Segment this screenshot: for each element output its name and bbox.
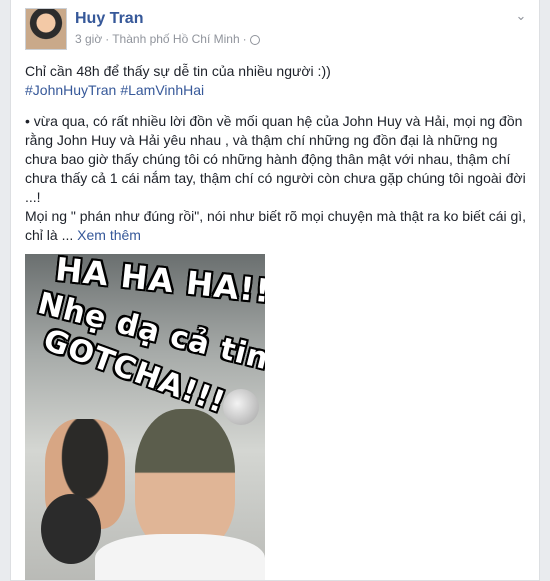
post-body: Chỉ cần 48h để thấy sự dễ tin của nhiều … <box>25 62 531 245</box>
see-more-link[interactable]: Xem thêm <box>77 227 141 243</box>
globe-icon[interactable] <box>249 35 260 45</box>
post-paragraph-2: Mọi ng " phán như đúng rồi", nói như biế… <box>25 207 531 245</box>
shirt-shape <box>95 534 265 580</box>
hashtags: #JohnHuyTran #LamVinhHai <box>25 81 531 100</box>
post-time[interactable]: 3 giờ <box>75 32 102 46</box>
chevron-down-icon[interactable]: ⌄ <box>513 8 529 24</box>
post-card: Huy Tran 3 giờ · Thành phố Hồ Chí Minh ·… <box>10 0 540 581</box>
hashtag-lamvinhhai[interactable]: #LamVinhHai <box>120 82 204 98</box>
cap-shape <box>41 494 101 564</box>
lamp-shape <box>223 389 259 425</box>
person-right <box>135 409 235 549</box>
avatar[interactable] <box>25 8 67 50</box>
author-name[interactable]: Huy Tran <box>75 10 143 28</box>
post-paragraph: • vừa qua, có rất nhiều lời đồn về mối q… <box>25 113 526 205</box>
post-meta: 3 giờ · Thành phố Hồ Chí Minh · <box>75 32 260 46</box>
hashtag-johnhuytran[interactable]: #JohnHuyTran <box>25 82 116 98</box>
meta-separator: · <box>105 32 110 46</box>
post-location[interactable]: Thành phố Hồ Chí Minh <box>112 32 239 46</box>
post-photo[interactable]: HA HA HA!!! Nhẹ dạ cả tin GOTCHA!!! <box>25 254 265 580</box>
post-headline: Chỉ cần 48h để thấy sự dễ tin của nhiều … <box>25 63 331 79</box>
meta-separator-2: · <box>242 32 247 46</box>
